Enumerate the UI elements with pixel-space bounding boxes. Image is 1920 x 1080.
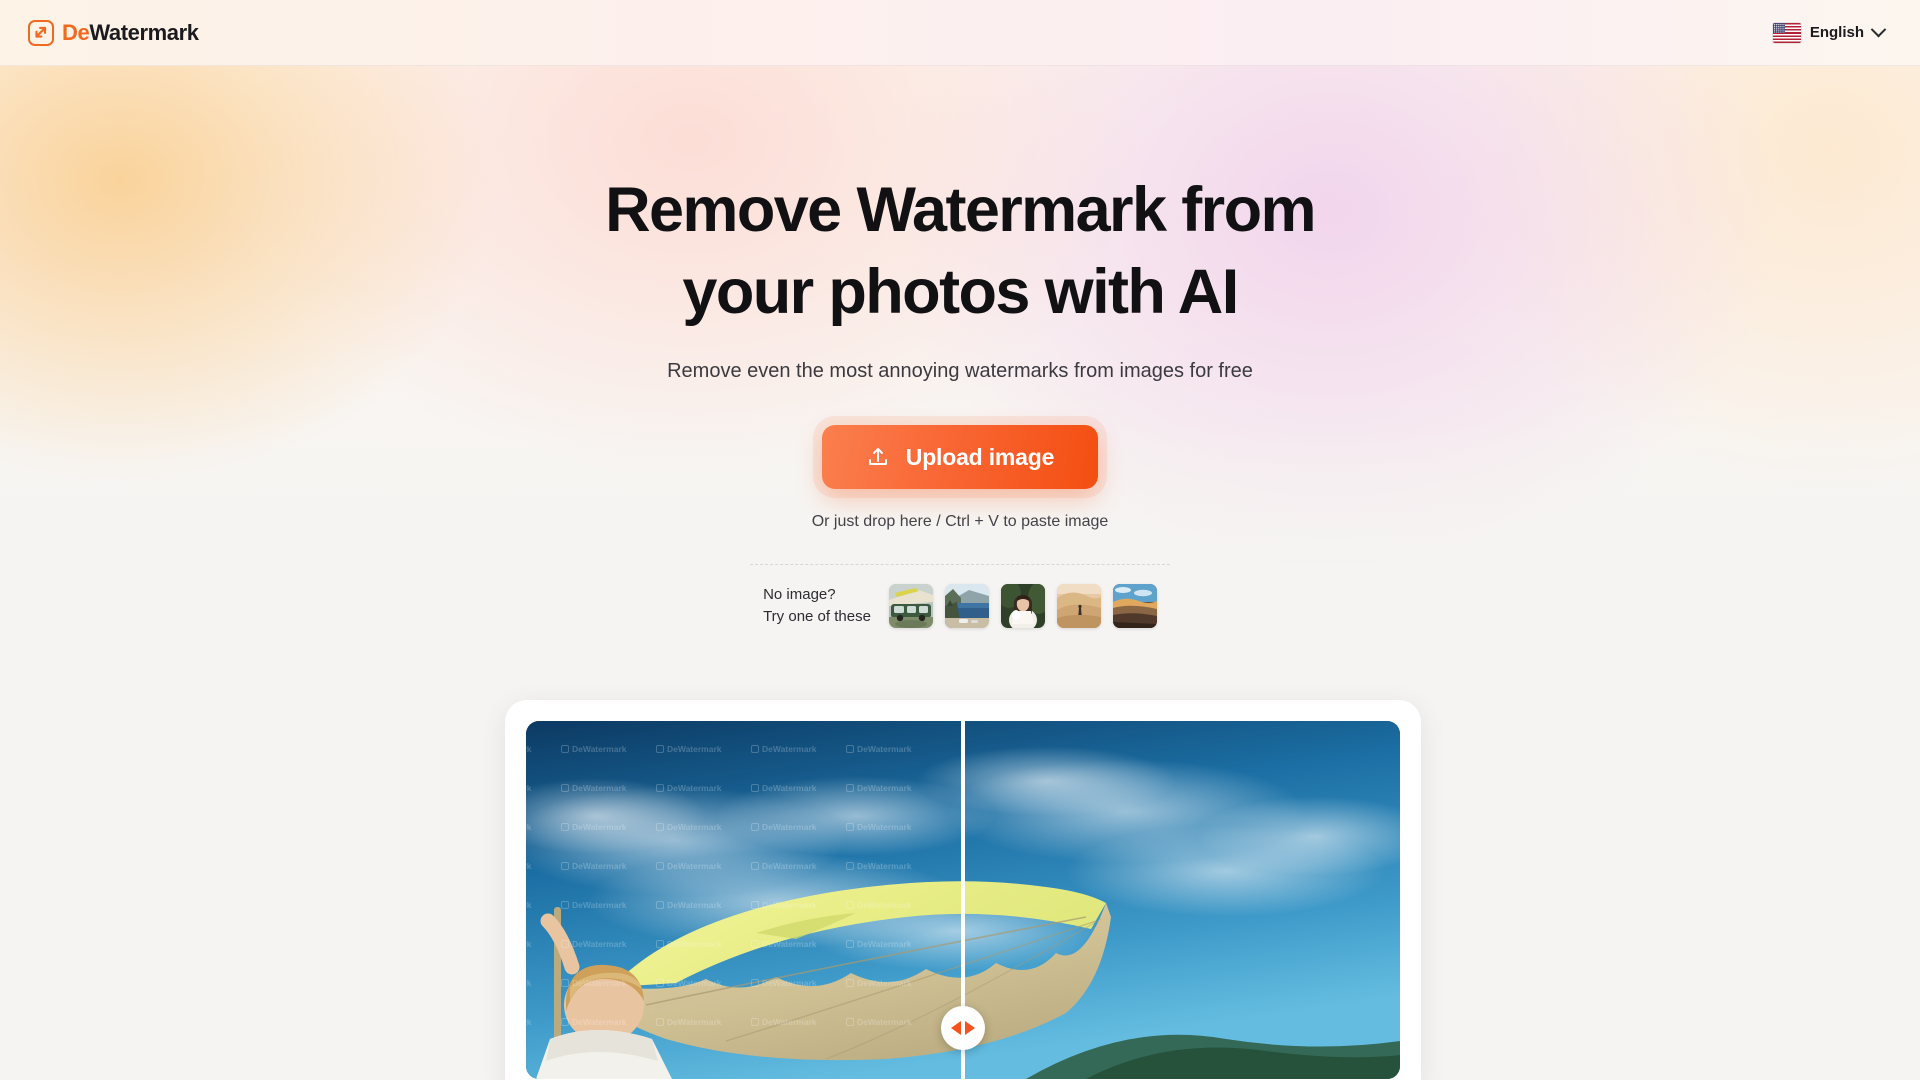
logo-diagonal-arrow-icon <box>28 19 54 46</box>
hero-subtitle: Remove even the most annoying watermarks… <box>667 360 1253 383</box>
brand-logo[interactable]: DeWatermark <box>28 19 199 46</box>
before-after-card: DeWatermarkDeWatermarkDeWatermarkDeWater… <box>505 700 1421 1080</box>
drag-right-icon <box>965 1021 975 1035</box>
page-title-line-2-text: your photos with AI <box>682 257 1239 328</box>
hero-section: Remove Watermark from your photos with A… <box>0 66 1920 629</box>
language-selector[interactable]: English <box>1765 17 1892 49</box>
sample-thumbnail-lake-mountains[interactable] <box>944 584 989 629</box>
sample-thumbnail-desert-sunset[interactable] <box>1112 584 1157 629</box>
page-title-line-2: your photos with AI <box>0 258 1920 326</box>
before-after-viewer[interactable]: DeWatermarkDeWatermarkDeWatermarkDeWater… <box>526 721 1400 1079</box>
comparison-slider-handle[interactable] <box>941 1006 985 1050</box>
drop-paste-hint: Or just drop here / Ctrl + V to paste im… <box>811 513 1109 531</box>
page-title-line-1: Remove Watermark from <box>605 175 1316 245</box>
top-header-bar: DeWatermark English <box>0 0 1920 66</box>
language-label: English <box>1809 24 1864 41</box>
sample-thumbnail-desert-dunes[interactable] <box>1056 584 1101 629</box>
samples-label: No image? Try one of these <box>763 584 871 628</box>
sample-thumbnail-list <box>888 584 1157 629</box>
sample-images-section: No image? Try one of these <box>0 584 1920 629</box>
brand-name: DeWatermark <box>62 20 199 46</box>
upload-icon <box>868 448 887 466</box>
drag-left-icon <box>951 1021 961 1035</box>
sample-thumbnail-woman-portrait[interactable] <box>1000 584 1045 629</box>
samples-label-line-1: No image? <box>763 586 836 604</box>
upload-button-label: Upload image <box>905 443 1055 470</box>
brand-name-suffix: Watermark <box>89 19 199 45</box>
samples-divider <box>750 564 1170 566</box>
page-root: DeWatermark English Remove Watermark fro… <box>0 0 1920 1080</box>
upload-image-button[interactable]: Upload image <box>822 425 1098 490</box>
chevron-down-icon <box>1870 21 1887 38</box>
brand-name-prefix: De <box>62 19 90 45</box>
sample-thumbnail-camper-van[interactable] <box>888 584 933 629</box>
samples-label-line-2: Try one of these <box>763 608 871 626</box>
us-flag-icon <box>1772 22 1801 43</box>
page-title: Remove Watermark from your photos with A… <box>0 176 1920 326</box>
upload-button-wrapper: Upload image <box>0 425 1920 490</box>
